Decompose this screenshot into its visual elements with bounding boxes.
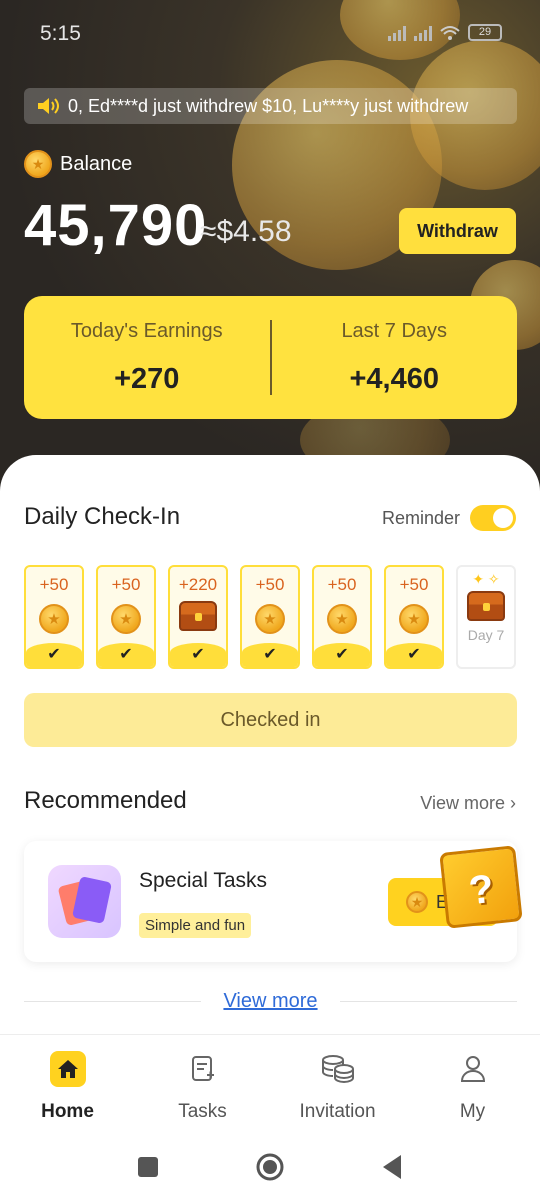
ticker-text: 0, Ed****d just withdrew $10, Lu****y ju… xyxy=(68,95,469,116)
checkin-day-7[interactable]: ✦ ✧ Day 7 xyxy=(456,565,516,669)
nav-label: My xyxy=(459,1101,486,1122)
week-earnings-value: +4,460 xyxy=(349,363,439,395)
mystery-box-icon[interactable]: ? xyxy=(439,845,523,929)
coin-icon: ★ xyxy=(255,604,285,634)
chevron-right-icon: › xyxy=(510,793,516,813)
coin-icon: ★ xyxy=(111,604,141,634)
today-earnings-value: +270 xyxy=(114,363,180,395)
checkin-day-1[interactable]: +50 ★ ✔ xyxy=(24,565,84,669)
day-amount: +50 xyxy=(39,575,69,594)
coin-icon xyxy=(24,150,52,178)
special-tasks-icon xyxy=(48,865,121,938)
recent-apps-icon[interactable] xyxy=(137,1156,159,1178)
day-label: Day 7 xyxy=(467,627,505,643)
coins-stack-icon xyxy=(320,1051,356,1087)
signal-icon xyxy=(388,25,406,41)
task-title: Special Tasks xyxy=(139,869,268,892)
checkin-day-5[interactable]: +50 ★ ✔ xyxy=(312,565,372,669)
checkin-day-4[interactable]: +50 ★ ✔ xyxy=(240,565,300,669)
day-amount: +220 xyxy=(178,575,218,594)
check-icon: ✔ xyxy=(314,643,370,667)
coin-icon xyxy=(406,891,428,913)
checkin-day-6[interactable]: +50 ★ ✔ xyxy=(384,565,444,669)
status-bar: 5:15 29 xyxy=(0,0,540,64)
divider xyxy=(24,1000,202,1002)
coin-icon: ★ xyxy=(327,604,357,634)
recommended-title: Recommended xyxy=(24,787,187,814)
reminder-row: Reminder xyxy=(382,505,516,531)
day-amount: +50 xyxy=(111,575,141,594)
balance-value: 45,790 xyxy=(24,193,208,258)
balance-approx-usd: ≈$4.58 xyxy=(200,215,292,248)
nav-label: Invitation xyxy=(299,1101,376,1122)
week-earnings: Last 7 Days +4,460 xyxy=(272,296,518,419)
reminder-toggle[interactable] xyxy=(470,505,516,531)
checkin-title: Daily Check-In xyxy=(24,503,181,530)
divider xyxy=(339,1000,517,1002)
task-tag: Simple and fun xyxy=(139,913,252,938)
checkin-day-2[interactable]: +50 ★ ✔ xyxy=(96,565,156,669)
checked-in-button[interactable]: Checked in xyxy=(24,693,517,747)
nav-label: Tasks xyxy=(178,1101,227,1122)
today-earnings: Today's Earnings +270 xyxy=(24,296,270,419)
withdraw-ticker: 0, Ed****d just withdrew $10, Lu****y ju… xyxy=(24,88,517,124)
status-icons: 29 xyxy=(388,24,502,41)
bottom-view-more-row: View more xyxy=(24,988,517,1014)
checkin-days: +50 ★ ✔ +50 ★ ✔ +220 ✔ +50 ★ ✔ +50 ★ ✔ +… xyxy=(24,565,516,669)
home-circle-icon[interactable] xyxy=(255,1152,285,1182)
tasks-icon xyxy=(185,1051,221,1087)
nav-tasks[interactable]: Tasks xyxy=(135,1035,270,1134)
check-icon: ✔ xyxy=(98,643,154,667)
back-icon[interactable] xyxy=(381,1154,403,1180)
wifi-icon xyxy=(440,25,460,40)
day-amount: +50 xyxy=(327,575,357,594)
status-time: 5:15 xyxy=(40,22,81,45)
day-amount: +50 xyxy=(255,575,285,594)
today-earnings-label: Today's Earnings xyxy=(70,320,223,342)
nav-my[interactable]: My xyxy=(405,1035,540,1134)
check-icon: ✔ xyxy=(386,643,442,667)
day-amount: +50 xyxy=(399,575,429,594)
sparkle-icon: ✦ ✧ xyxy=(472,571,500,587)
signal-icon xyxy=(414,25,432,41)
balance-label: Balance xyxy=(60,152,133,175)
person-icon xyxy=(455,1051,491,1087)
coin-icon: ★ xyxy=(39,604,69,634)
home-icon xyxy=(49,1051,86,1087)
balance-label-row: Balance xyxy=(24,150,132,178)
reminder-label: Reminder xyxy=(381,507,460,528)
checkin-day-3[interactable]: +220 ✔ xyxy=(168,565,228,669)
nav-invitation[interactable]: Invitation xyxy=(270,1035,405,1134)
treasure-chest-icon xyxy=(467,591,505,621)
view-more-link[interactable]: View more › xyxy=(420,793,516,814)
speaker-icon xyxy=(38,98,59,114)
check-icon: ✔ xyxy=(242,643,298,667)
treasure-chest-icon xyxy=(179,601,217,631)
check-icon: ✔ xyxy=(170,643,226,667)
check-icon: ✔ xyxy=(26,643,82,667)
view-more-label: View more xyxy=(420,793,505,813)
nav-label: Home xyxy=(41,1101,94,1122)
bottom-nav: Home Tasks Invitation My xyxy=(0,1034,540,1134)
bottom-view-more-link[interactable]: View more xyxy=(201,990,339,1013)
withdraw-button[interactable]: Withdraw xyxy=(399,208,516,254)
week-earnings-label: Last 7 Days xyxy=(341,320,448,342)
coin-icon: ★ xyxy=(399,604,429,634)
system-nav-bar xyxy=(0,1134,540,1200)
battery-icon: 29 xyxy=(468,24,502,41)
earnings-card: Today's Earnings +270 Last 7 Days +4,460 xyxy=(24,296,517,419)
nav-home[interactable]: Home xyxy=(0,1035,135,1134)
